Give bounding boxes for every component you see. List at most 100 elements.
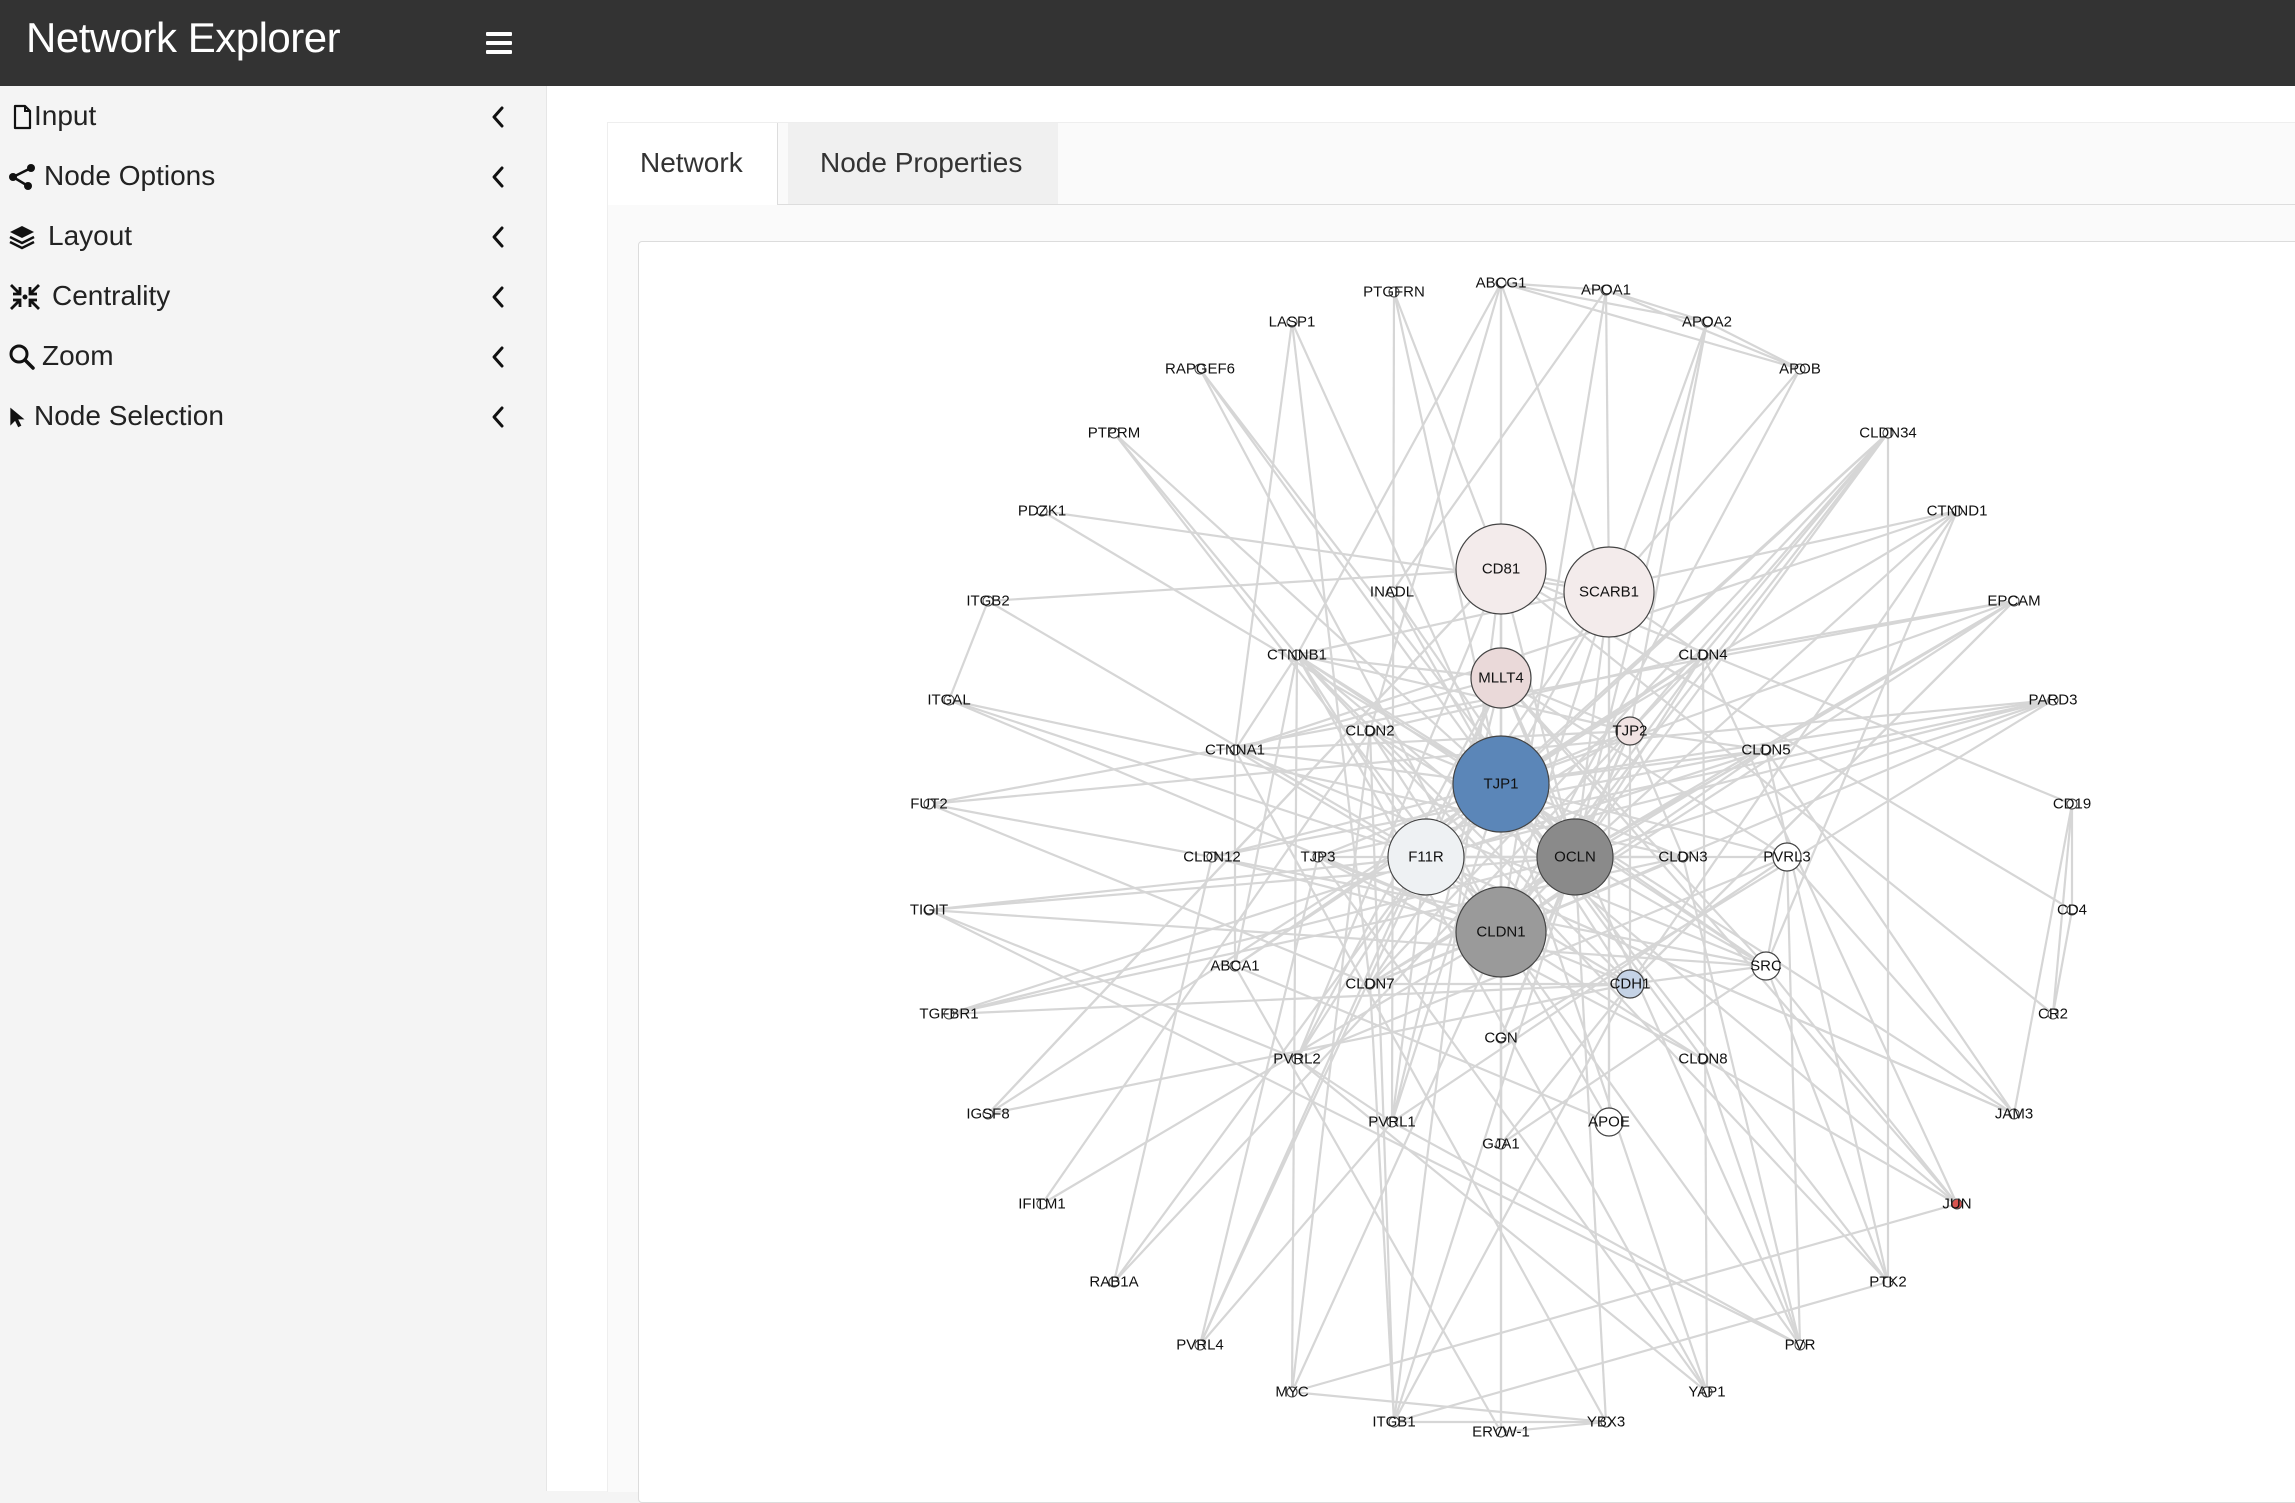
chevron-left-icon[interactable] [490, 405, 506, 429]
node-CLDN8[interactable]: CLDN8 [1678, 1051, 1727, 1068]
tab-container: Network Node Properties PTGFRN ABCG1 APOA1… [607, 122, 2295, 1503]
edge-APOE-ABCA1 [1234, 964, 1610, 1124]
node-SCARB1[interactable]: SCARB1 [1563, 546, 1655, 638]
node-ITGB1[interactable]: ITGB1 [1372, 1414, 1415, 1431]
node-label: ABCG1 [1476, 275, 1527, 292]
node-CLDN3[interactable]: CLDN3 [1658, 849, 1707, 866]
tab-network[interactable]: Network [608, 123, 778, 205]
node-SRC[interactable]: SRC [1750, 951, 1782, 981]
node-CLDN4[interactable]: CLDN4 [1678, 647, 1727, 664]
node-CR2[interactable]: CR2 [2038, 1006, 2068, 1023]
node-label: JUN [1942, 1196, 1971, 1213]
node-label: RAPGEF6 [1165, 361, 1235, 378]
node-FUT2[interactable]: FUT2 [910, 796, 948, 813]
node-PVRL1[interactable]: PVRL1 [1368, 1114, 1416, 1131]
sidebar-item-zoom[interactable]: Zoom [0, 329, 520, 385]
node-label: ITGB2 [966, 593, 1009, 610]
edge-ITGB2-ITGAL [947, 600, 990, 701]
tab-node-properties[interactable]: Node Properties [788, 123, 1058, 205]
node-label: CDH1 [1610, 976, 1651, 993]
node-LASP1[interactable]: LASP1 [1269, 314, 1316, 331]
node-CD81[interactable]: CD81 [1455, 523, 1547, 615]
node-JAM3[interactable]: JAM3 [1995, 1106, 2033, 1123]
node-CLDN1[interactable]: CLDN1 [1455, 886, 1547, 978]
node-F11R[interactable]: F11R [1387, 818, 1465, 896]
node-CD19[interactable]: CD19 [2053, 796, 2091, 813]
node-PARD3[interactable]: PARD3 [2029, 692, 2078, 709]
node-CGN[interactable]: CGN [1484, 1030, 1517, 1047]
node-YAP1[interactable]: YAP1 [1688, 1384, 1725, 1401]
chevron-left-icon[interactable] [490, 105, 506, 129]
sidebar-item-input[interactable]: Input [0, 89, 520, 145]
node-CLDN5[interactable]: CLDN5 [1741, 742, 1790, 759]
node-PVR[interactable]: PVR [1785, 1337, 1816, 1354]
sidebar-item-label: Zoom [42, 340, 114, 371]
node-CD4[interactable]: CD4 [2057, 902, 2087, 919]
node-label: ITGAL [927, 692, 970, 709]
node-label: APOB [1779, 361, 1821, 378]
node-CLDN34[interactable]: CLDN34 [1859, 425, 1917, 442]
node-PVRL4[interactable]: PVRL4 [1176, 1337, 1224, 1354]
node-PTPRM[interactable]: PTPRM [1088, 425, 1141, 442]
node-EPCAM[interactable]: EPCAM [1987, 593, 2040, 610]
edge-CLDN1-MYC [1290, 931, 1503, 1393]
chevron-left-icon[interactable] [490, 345, 506, 369]
node-PVRL2[interactable]: PVRL2 [1273, 1051, 1321, 1068]
node-label: PVRL2 [1273, 1051, 1321, 1068]
node-PDZK1[interactable]: PDZK1 [1018, 503, 1066, 520]
node-APOA1[interactable]: APOA1 [1581, 282, 1631, 299]
node-label: GJA1 [1482, 1136, 1520, 1153]
node-ABCG1[interactable]: ABCG1 [1476, 275, 1527, 292]
node-RAPGEF6[interactable]: RAPGEF6 [1165, 361, 1235, 378]
node-label: CLDN3 [1658, 849, 1707, 866]
node-label: PTK2 [1869, 1274, 1907, 1291]
node-IFITM1[interactable]: IFITM1 [1018, 1196, 1066, 1213]
node-MLLT4[interactable]: MLLT4 [1470, 647, 1532, 709]
hamburger-menu-icon[interactable] [476, 20, 522, 66]
node-label: CTNNB1 [1267, 647, 1327, 664]
node-PTGFRN[interactable]: PTGFRN [1363, 284, 1425, 301]
sidebar-item-label: Node Options [44, 160, 216, 191]
node-MYC[interactable]: MYC [1275, 1384, 1309, 1401]
node-CTNNA1[interactable]: CTNNA1 [1205, 742, 1265, 759]
node-IGSF8[interactable]: IGSF8 [966, 1106, 1009, 1123]
node-ABCA1[interactable]: ABCA1 [1210, 958, 1259, 975]
chevron-left-icon[interactable] [490, 165, 506, 189]
node-CLDN7[interactable]: CLDN7 [1345, 976, 1394, 993]
node-CTNND1[interactable]: CTNND1 [1927, 503, 1988, 520]
chevron-left-icon[interactable] [490, 285, 506, 309]
node-ERVW-1[interactable]: ERVW-1 [1472, 1424, 1530, 1441]
node-OCLN[interactable]: OCLN [1536, 818, 1614, 896]
node-TIGIT[interactable]: TIGIT [910, 902, 948, 919]
node-label: CLDN1 [1476, 924, 1525, 941]
node-YBX3[interactable]: YBX3 [1587, 1414, 1625, 1431]
node-ITGAL[interactable]: ITGAL [927, 692, 970, 709]
node-CTNNB1[interactable]: CTNNB1 [1267, 647, 1327, 664]
node-TJP3[interactable]: TJP3 [1300, 849, 1335, 866]
node-ITGB2[interactable]: ITGB2 [966, 593, 1009, 610]
node-PTK2[interactable]: PTK2 [1869, 1274, 1907, 1291]
node-CLDN2[interactable]: CLDN2 [1345, 723, 1394, 740]
tab-divider [778, 204, 2295, 205]
sidebar-item-layout[interactable]: Layout [0, 209, 520, 265]
node-GJA1[interactable]: GJA1 [1482, 1136, 1520, 1153]
node-INADL[interactable]: INADL [1370, 584, 1414, 601]
node-label: CTNNA1 [1205, 742, 1265, 759]
node-JUN[interactable]: JUN [1942, 1196, 1971, 1213]
network-panel[interactable]: PTGFRN ABCG1 APOA1 LASP1 APOA2 RAPGEF6 APOB PTP… [638, 241, 2295, 1503]
node-CLDN12[interactable]: CLDN12 [1183, 849, 1241, 866]
node-label: IGSF8 [966, 1106, 1009, 1123]
node-APOA2[interactable]: APOA2 [1682, 314, 1732, 331]
node-APOE[interactable]: APOE [1588, 1107, 1630, 1137]
chevron-left-icon[interactable] [490, 225, 506, 249]
node-APOB[interactable]: APOB [1779, 361, 1821, 378]
node-TJP1[interactable]: TJP1 [1452, 735, 1550, 833]
sidebar-item-node-options[interactable]: Node Options [0, 149, 520, 205]
node-label: CTNND1 [1927, 503, 1988, 520]
node-label: TGFBR1 [919, 1006, 978, 1023]
network-graph[interactable]: PTGFRN ABCG1 APOA1 LASP1 APOA2 RAPGEF6 APOB PTP… [639, 242, 2295, 1502]
node-RAB1A[interactable]: RAB1A [1089, 1274, 1138, 1291]
sidebar-item-node-selection[interactable]: Node Selection [0, 389, 520, 445]
node-TGFBR1[interactable]: TGFBR1 [919, 1006, 978, 1023]
sidebar-item-centrality[interactable]: Centrality [0, 269, 520, 325]
